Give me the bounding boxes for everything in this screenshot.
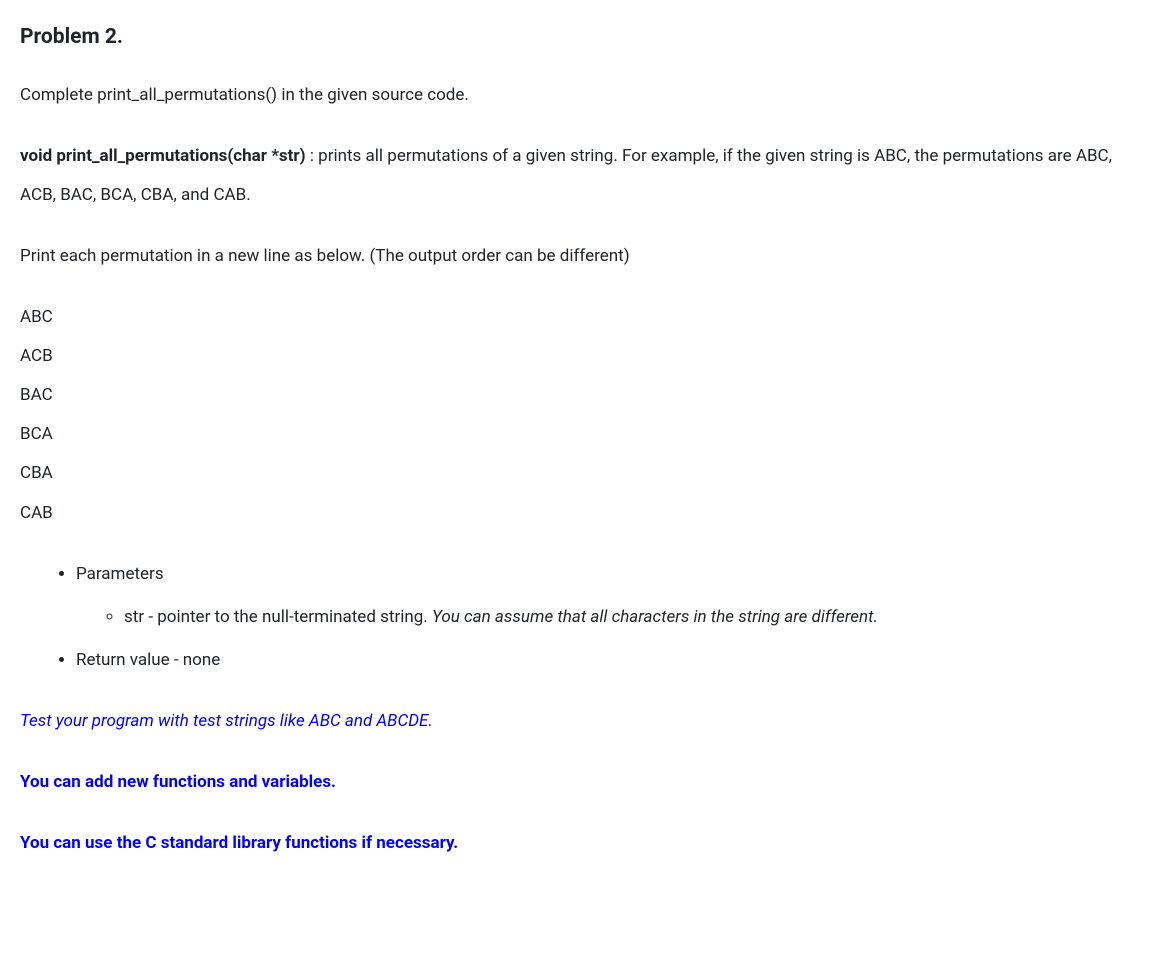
output-instruction: Print each permutation in a new line as … [20,237,1150,276]
output-line: CBA [20,454,1150,493]
add-functions-note: You can add new functions and variables. [20,763,1150,802]
output-line: ABC [20,298,1150,337]
output-sample: ABC ACB BAC BCA CBA CAB [20,298,1150,533]
return-item: Return value - none [76,641,1150,680]
func-signature: void print_all_permutations(char *str) [20,146,306,166]
params-sublist: str - pointer to the null-terminated str… [76,598,1150,637]
output-line: BAC [20,376,1150,415]
func-paragraph: void print_all_permutations(char *str) :… [20,137,1150,215]
param-str-assumption: You can assume that all characters in th… [432,607,878,627]
stdlib-note: You can use the C standard library funct… [20,824,1150,863]
param-str-item: str - pointer to the null-terminated str… [124,598,1150,637]
problem-content: Problem 2. Complete print_all_permutatio… [20,20,1150,863]
param-str-prefix: str - pointer to the null-terminated str… [124,607,432,627]
output-line: CAB [20,494,1150,533]
params-item: Parameters str - pointer to the null-ter… [76,555,1150,637]
problem-heading: Problem 2. [20,20,1150,56]
params-label: Parameters [76,564,164,584]
test-note: Test your program with test strings like… [20,702,1150,741]
output-line: ACB [20,337,1150,376]
output-line: BCA [20,415,1150,454]
params-list: Parameters str - pointer to the null-ter… [20,555,1150,680]
intro-text: Complete print_all_permutations() in the… [20,76,1150,115]
